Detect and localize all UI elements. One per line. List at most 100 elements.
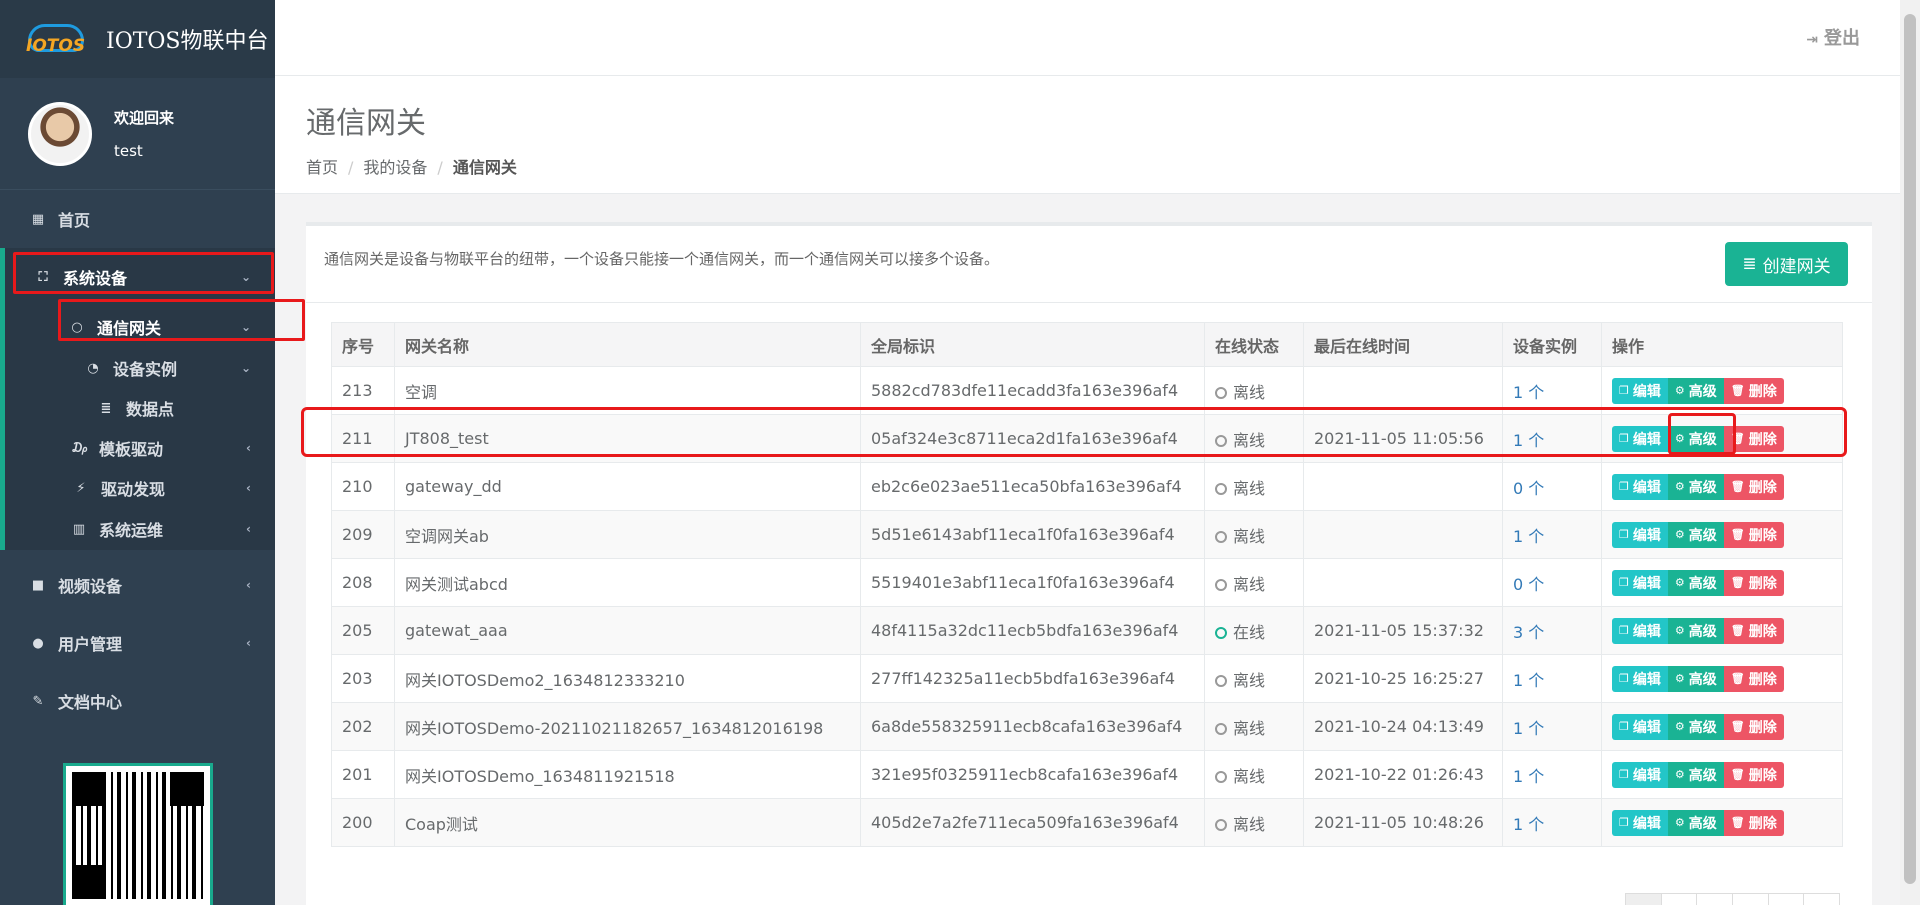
cell-last-online: 2021-10-22 01:26:43 <box>1303 750 1503 799</box>
advanced-button[interactable]: ⚙ 高级 <box>1667 761 1724 788</box>
advanced-button[interactable]: ⚙ 高级 <box>1667 617 1724 644</box>
offline-circle-icon <box>1215 530 1227 543</box>
col-instances[interactable]: 设备实例 <box>1502 322 1602 367</box>
edit-button[interactable]: ❐ 编辑 <box>1612 377 1668 404</box>
advanced-button[interactable]: ⚙ 高级 <box>1667 713 1724 740</box>
sidebar-item-system-devices[interactable]: ⛶ 系统设备 ⌄ <box>5 248 275 306</box>
sidebar-item-driver-discovery[interactable]: ⚡ 驱动发现 ‹ <box>5 468 275 508</box>
cell-id: 209 <box>331 510 395 559</box>
advanced-button[interactable]: ⚙ 高级 <box>1667 377 1724 404</box>
delete-button[interactable]: 🗑 删除 <box>1723 569 1784 596</box>
breadcrumb-home[interactable]: 首页 <box>306 158 338 177</box>
instances-link[interactable]: 1 个 <box>1513 431 1544 450</box>
cell-uid: 5d51e6143abf11eca1f0fa163e396af4 <box>860 510 1205 559</box>
col-id[interactable]: 序号 <box>331 322 395 367</box>
offline-circle-icon <box>1215 722 1227 735</box>
cogs-icon: ⚙ <box>1674 528 1685 541</box>
sidebar-item-data-points[interactable]: ≣ 数据点 <box>5 388 275 428</box>
edit-button[interactable]: ❐ 编辑 <box>1612 569 1668 596</box>
trash-icon: 🗑 <box>1730 576 1745 589</box>
advanced-button[interactable]: ⚙ 高级 <box>1667 809 1724 836</box>
sidebar-item-gateway[interactable]: ○ 通信网关 ⌄ <box>5 306 275 348</box>
page-button[interactable] <box>1803 894 1840 905</box>
copy-icon: ❐ <box>1619 768 1629 781</box>
delete-button[interactable]: 🗑 删除 <box>1723 665 1784 692</box>
cell-instances: 1 个 <box>1502 654 1602 703</box>
instances-link[interactable]: 1 个 <box>1513 767 1544 786</box>
page-button[interactable] <box>1732 894 1768 905</box>
breadcrumb-current: 通信网关 <box>452 158 517 177</box>
edit-button[interactable]: ❐ 编辑 <box>1612 473 1668 500</box>
col-status[interactable]: 在线状态 <box>1204 322 1304 367</box>
trash-icon: 🗑 <box>1730 480 1745 493</box>
cell-name: 网关测试abcd <box>394 558 861 607</box>
edit-button[interactable]: ❐ 编辑 <box>1612 809 1668 836</box>
sidebar-item-device-instance[interactable]: ◔ 设备实例 ⌄ <box>5 348 275 388</box>
instances-link[interactable]: 1 个 <box>1513 719 1544 738</box>
delete-button[interactable]: 🗑 删除 <box>1723 377 1784 404</box>
col-last-online[interactable]: 最后在线时间 <box>1303 322 1503 367</box>
page-button[interactable] <box>1660 894 1697 905</box>
col-ops: 操作 <box>1601 322 1843 367</box>
sitemap-icon: ⛶ <box>38 269 48 285</box>
chevron-down-icon: ⌄ <box>240 320 251 334</box>
advanced-button[interactable]: ⚙ 高级 <box>1667 569 1724 596</box>
delete-button[interactable]: 🗑 删除 <box>1723 617 1784 644</box>
table-row: 205 gatewat_aaa 48f4115a32dc11ecb5bdfa163e… <box>331 606 1843 655</box>
delete-button[interactable]: 🗑 删除 <box>1723 809 1784 836</box>
instances-link[interactable]: 0 个 <box>1513 479 1544 498</box>
copy-icon: ❐ <box>1619 576 1629 589</box>
sidebar-item-docs-center[interactable]: ✎ 文档中心 <box>0 672 275 730</box>
advanced-button[interactable]: ⚙ 高级 <box>1667 521 1724 548</box>
advanced-button[interactable]: ⚙ 高级 <box>1667 425 1724 452</box>
sidebar: IOTOS IOTOS物联中台 欢迎回来 test ▦ 首页 ⛶ 系统设备 ⌄ … <box>0 0 275 905</box>
cell-status: 离线 <box>1204 798 1304 847</box>
welcome-text: 欢迎回来 <box>114 109 175 127</box>
col-uid[interactable]: 全局标识 <box>860 322 1205 367</box>
avatar[interactable] <box>28 101 92 166</box>
scrollbar[interactable] <box>1900 0 1920 905</box>
delete-button[interactable]: 🗑 删除 <box>1723 425 1784 452</box>
advanced-button[interactable]: ⚙ 高级 <box>1667 665 1724 692</box>
instances-link[interactable]: 1 个 <box>1513 671 1544 690</box>
cell-status: 离线 <box>1204 462 1304 511</box>
breadcrumb-my-devices[interactable]: 我的设备 <box>363 158 427 177</box>
instances-link[interactable]: 0 个 <box>1513 575 1544 594</box>
sidebar-item-home[interactable]: ▦ 首页 <box>0 190 275 248</box>
instances-link[interactable]: 1 个 <box>1513 383 1544 402</box>
delete-button[interactable]: 🗑 删除 <box>1723 473 1784 500</box>
edit-button[interactable]: ❐ 编辑 <box>1612 425 1668 452</box>
dashboard-icon: ◔ <box>87 360 99 376</box>
database-icon: ≣ <box>100 400 112 416</box>
advanced-button[interactable]: ⚙ 高级 <box>1667 473 1724 500</box>
col-name[interactable]: 网关名称 <box>394 322 861 367</box>
cogs-icon: ⚙ <box>1674 624 1685 637</box>
page-button[interactable] <box>1767 894 1804 905</box>
sidebar-item-system-ops[interactable]: ▥ 系统运维 ‹ <box>5 508 275 550</box>
edit-button[interactable]: ❐ 编辑 <box>1612 521 1668 548</box>
sidebar-item-template-driver[interactable]: ₯ 模板驱动 ‹ <box>5 428 275 468</box>
create-gateway-button[interactable]: ≣ 创建网关 <box>1725 242 1848 286</box>
cell-id: 211 <box>331 414 395 463</box>
edit-icon: ✎ <box>32 693 44 709</box>
edit-button[interactable]: ❐ 编辑 <box>1612 713 1668 740</box>
cell-name: 网关IOTOSDemo2_1634812333210 <box>394 654 861 703</box>
edit-button[interactable]: ❐ 编辑 <box>1612 761 1668 788</box>
delete-button[interactable]: 🗑 删除 <box>1723 521 1784 548</box>
instances-link[interactable]: 1 个 <box>1513 527 1544 546</box>
delete-button[interactable]: 🗑 删除 <box>1723 713 1784 740</box>
instances-link[interactable]: 1 个 <box>1513 815 1544 834</box>
edit-button[interactable]: ❐ 编辑 <box>1612 617 1668 644</box>
page-button[interactable] <box>1696 894 1733 905</box>
sidebar-item-user-management[interactable]: ● 用户管理 ‹ <box>0 614 275 672</box>
trash-icon: 🗑 <box>1730 432 1745 445</box>
chevron-left-icon: ‹ <box>246 578 251 592</box>
page-button[interactable] <box>1626 894 1661 905</box>
edit-button[interactable]: ❐ 编辑 <box>1612 665 1668 692</box>
sidebar-item-video-devices[interactable]: ■ 视频设备 ‹ <box>0 556 275 614</box>
delete-button[interactable]: 🗑 删除 <box>1723 761 1784 788</box>
copy-icon: ❐ <box>1619 528 1629 541</box>
logout-button[interactable]: ⇥ 登出 <box>1806 24 1860 50</box>
instances-link[interactable]: 3 个 <box>1513 623 1544 642</box>
sidebar-group-system-devices: ⛶ 系统设备 ⌄ ○ 通信网关 ⌄ ◔ 设备实例 ⌄ ≣ 数据点 ₯ 模板驱动 … <box>0 248 275 550</box>
